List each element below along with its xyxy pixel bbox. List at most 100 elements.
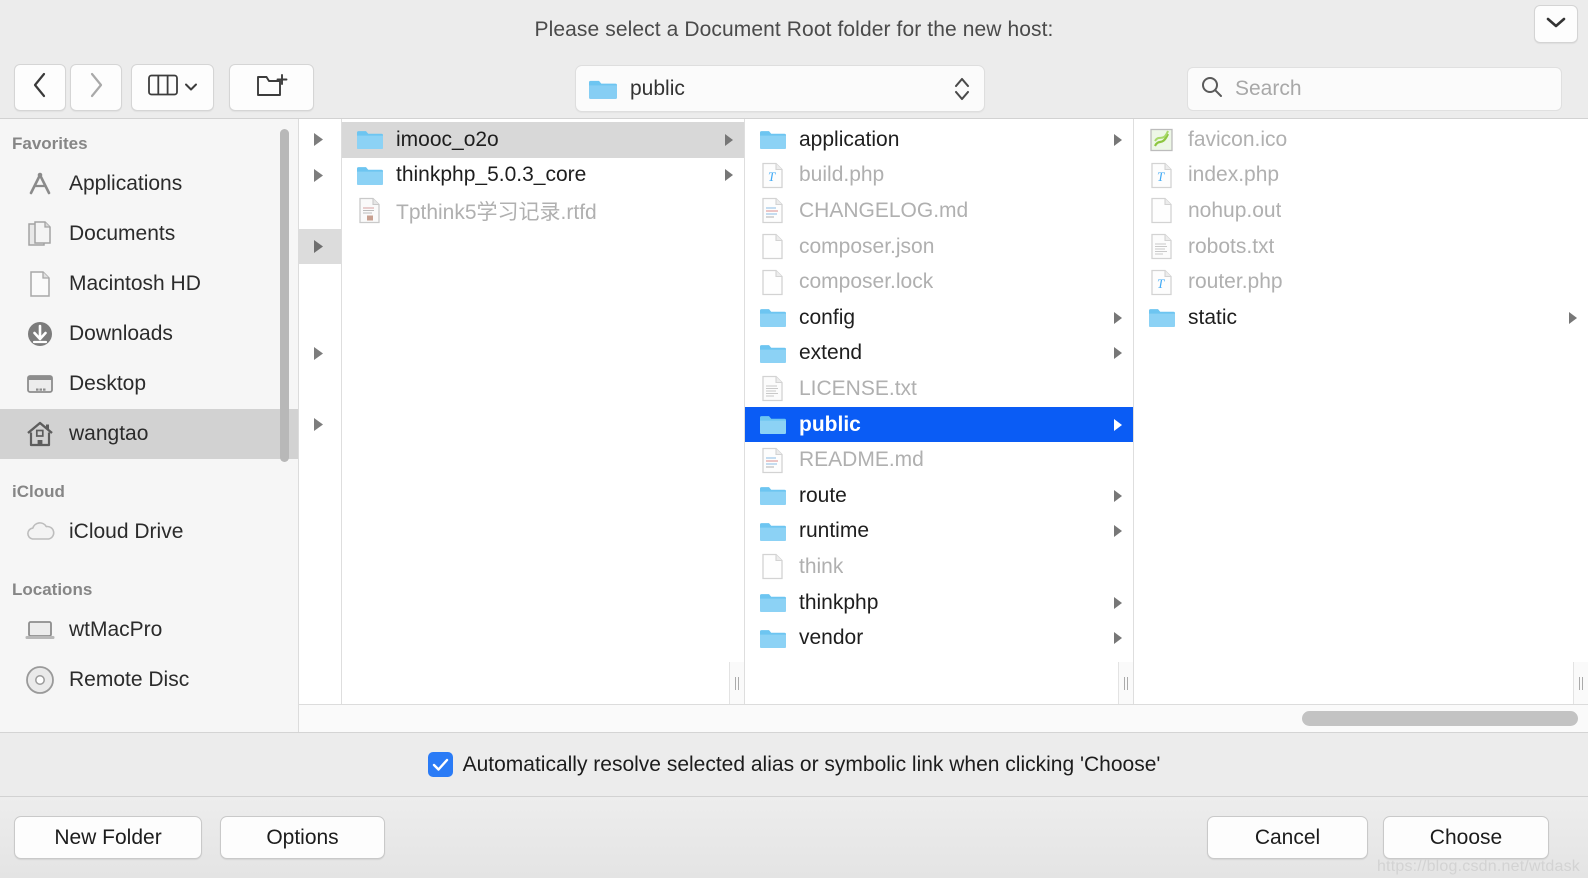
path-popup-button[interactable]: public [575, 65, 985, 112]
disclosure-arrow-icon [1111, 132, 1125, 148]
sidebar-item-label: Downloads [69, 322, 173, 345]
folder-icon [588, 77, 618, 101]
options-button[interactable]: Options [220, 816, 385, 859]
watermark-text: https://blog.csdn.net/wtdask [1376, 858, 1580, 875]
table-row[interactable]: route [745, 478, 1133, 514]
sidebar-item-macintosh-hd[interactable]: Macintosh HD [0, 259, 298, 309]
table-row[interactable]: thinkphp [745, 585, 1133, 621]
sidebar-item-label: Macintosh HD [69, 272, 201, 295]
browser-column-partial[interactable] [299, 119, 342, 704]
list-item[interactable] [299, 122, 341, 158]
sidebar-scrollbar[interactable] [280, 129, 289, 462]
browser-body: Favorites Applications Documents Macinto… [0, 118, 1588, 732]
table-row[interactable]: composer.lock [745, 264, 1133, 300]
item-label: router.php [1188, 270, 1283, 294]
sidebar-item-wtmacpro[interactable]: wtMacPro [0, 605, 298, 655]
table-row[interactable]: imooc_o2o [342, 122, 744, 158]
table-row[interactable]: think [745, 549, 1133, 585]
item-label: config [799, 305, 856, 329]
table-row[interactable]: config [745, 300, 1133, 336]
markdown-file-icon [758, 198, 788, 224]
disclosure-arrow-icon [722, 167, 736, 183]
alias-checkbox-row[interactable]: Automatically resolve selected alias or … [427, 752, 1161, 777]
column-resize-grip[interactable] [1573, 662, 1588, 704]
table-row[interactable]: nohup.out [1134, 193, 1588, 229]
new-folder-toolbar-button[interactable] [229, 64, 314, 111]
horizontal-scrollbar-thumb[interactable] [1302, 711, 1578, 726]
list-item[interactable] [299, 336, 341, 372]
table-row[interactable]: composer.json [745, 229, 1133, 265]
blank-file-icon [758, 233, 788, 260]
table-row[interactable]: T router.php [1134, 264, 1588, 300]
sidebar-item-documents[interactable]: Documents [0, 209, 298, 259]
dialog-button-bar: New Folder Options Cancel Choose https:/… [0, 796, 1588, 878]
table-row[interactable]: runtime [745, 514, 1133, 550]
disclosure-arrow-icon [1111, 488, 1125, 504]
disclosure-arrow-icon [313, 240, 323, 254]
table-row[interactable]: robots.txt [1134, 229, 1588, 265]
disclosure-arrow-icon [313, 346, 323, 360]
list-item[interactable] [299, 158, 341, 194]
disclosure-arrow-icon [1111, 523, 1125, 539]
chevron-left-icon [32, 72, 48, 103]
image-file-icon [1147, 127, 1177, 153]
collapse-button[interactable] [1534, 5, 1578, 43]
downloads-icon [24, 318, 56, 350]
sidebar-section-header-favorites: Favorites [12, 134, 88, 153]
back-button[interactable] [14, 64, 66, 111]
view-mode-button[interactable] [131, 64, 214, 111]
browser-column-1[interactable]: imooc_o2o thinkphp_5.0.3_core Tpthink5学习… [342, 119, 745, 704]
list-item[interactable] [299, 228, 341, 265]
path-popup-label: public [630, 76, 685, 100]
list-item[interactable] [299, 193, 341, 229]
table-row[interactable]: LICENSE.txt [745, 371, 1133, 407]
cancel-button[interactable]: Cancel [1207, 816, 1368, 859]
list-item[interactable] [299, 264, 341, 300]
item-label: composer.lock [799, 270, 934, 294]
choose-button[interactable]: Choose [1383, 816, 1549, 859]
table-row[interactable]: T build.php [745, 158, 1133, 194]
sidebar-item-icloud-drive[interactable]: iCloud Drive [0, 507, 298, 557]
folder-icon [758, 412, 788, 438]
column-resize-grip[interactable] [1118, 662, 1133, 704]
new-folder-icon [256, 71, 288, 104]
table-row[interactable]: extend [745, 336, 1133, 372]
item-label: robots.txt [1188, 234, 1275, 258]
item-label: composer.json [799, 234, 935, 258]
item-label: public [799, 412, 861, 436]
laptop-icon [24, 614, 56, 646]
list-item[interactable] [299, 371, 341, 407]
checkmark-icon [432, 758, 448, 771]
column-browser-columns: imooc_o2o thinkphp_5.0.3_core Tpthink5学习… [299, 119, 1588, 704]
table-row[interactable]: Tpthink5学习记录.rtfd [342, 193, 744, 229]
column-resize-grip[interactable] [729, 662, 744, 704]
table-row[interactable]: application [745, 122, 1133, 158]
sidebar-item-downloads[interactable]: Downloads [0, 309, 298, 359]
sidebar-item-label: Applications [69, 172, 183, 195]
new-folder-button[interactable]: New Folder [14, 816, 202, 859]
forward-button[interactable] [70, 64, 122, 111]
browser-column-2[interactable]: application T build.php CHANGELOG.md com… [745, 119, 1134, 704]
table-row[interactable]: public [745, 406, 1133, 443]
table-row[interactable]: CHANGELOG.md [745, 193, 1133, 229]
table-row[interactable]: T index.php [1134, 158, 1588, 194]
table-row[interactable]: favicon.ico [1134, 122, 1588, 158]
table-row[interactable]: thinkphp_5.0.3_core [342, 158, 744, 194]
resolve-alias-label: Automatically resolve selected alias or … [462, 752, 1161, 776]
table-row[interactable]: static [1134, 300, 1588, 336]
sidebar-item-wangtao[interactable]: wangtao [0, 409, 298, 459]
sidebar-item-applications[interactable]: Applications [0, 159, 298, 209]
cloud-icon [24, 516, 56, 548]
resolve-alias-checkbox[interactable] [427, 752, 453, 777]
sidebar-item-desktop[interactable]: Desktop [0, 359, 298, 409]
search-input[interactable]: Search [1187, 67, 1562, 111]
sidebar-item-remote-disc[interactable]: Remote Disc [0, 655, 298, 705]
table-row[interactable]: vendor [745, 620, 1133, 656]
horizontal-scrollbar[interactable] [299, 704, 1588, 732]
list-item[interactable] [299, 407, 341, 443]
list-item[interactable] [299, 300, 341, 336]
table-row[interactable]: README.md [745, 442, 1133, 478]
browser-column-3[interactable]: favicon.ico T index.php nohup.out robots… [1134, 119, 1588, 704]
item-label: build.php [799, 163, 885, 187]
svg-text:T: T [1157, 276, 1165, 291]
